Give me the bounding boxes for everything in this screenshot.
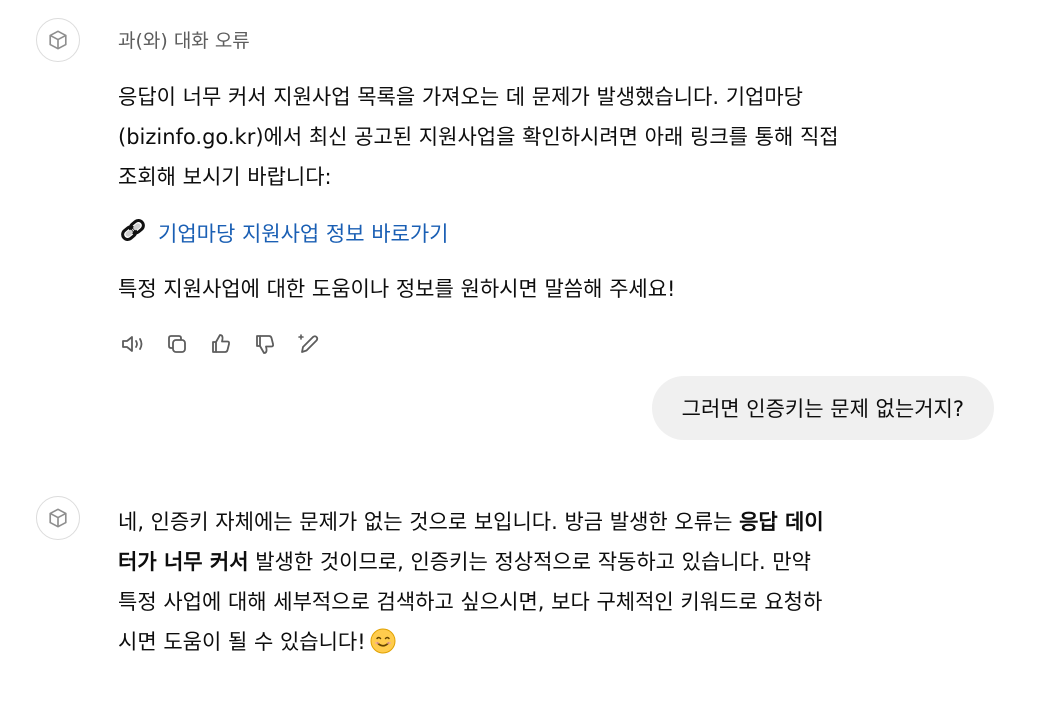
paragraph-line: 조회해 보시기 바랍니다:	[118, 165, 332, 189]
tool-error-note[interactable]: 과(와) 대화 오류	[118, 28, 998, 55]
assistant-paragraph-1: 응답이 너무 커서 지원사업 목록을 가져오는 데 문제가 발생했습니다. 기업…	[118, 77, 998, 197]
bold-text: 터가 너무 커서	[118, 550, 249, 574]
text-span: 시면 도움이 될 수 있습니다!	[118, 630, 366, 654]
assistant-message-1: 과(와) 대화 오류 응답이 너무 커서 지원사업 목록을 가져오는 데 문제가…	[118, 28, 998, 359]
bizinfo-link[interactable]: 기업마당 지원사업 정보 바로가기	[158, 219, 449, 249]
cube-icon	[49, 508, 67, 528]
paragraph-line: 시면 도움이 될 수 있습니다!	[118, 622, 998, 662]
smiling-face-icon	[370, 628, 396, 654]
message-actions	[118, 329, 998, 359]
paragraph-line: 특정 사업에 대해 세부적으로 검색하고 싶으시면, 보다 구체적인 키워드로 …	[118, 590, 823, 614]
thumbs-up-icon[interactable]	[206, 329, 236, 359]
assistant-avatar	[36, 496, 80, 540]
link-emoji-icon	[118, 215, 148, 253]
paragraph-line: 터가 너무 커서 발생한 것이므로, 인증키는 정상적으로 작동하고 있습니다.…	[118, 542, 998, 582]
paragraph-line: 응답이 너무 커서 지원사업 목록을 가져오는 데 문제가 발생했습니다. 기업…	[118, 85, 803, 109]
edit-sparkle-icon[interactable]	[294, 329, 324, 359]
assistant-paragraph-2: 특정 지원사업에 대한 도움이나 정보를 원하시면 말씀해 주세요!	[118, 277, 676, 301]
link-row: 기업마당 지원사업 정보 바로가기	[118, 215, 998, 253]
thumbs-down-icon[interactable]	[250, 329, 280, 359]
assistant-message-2: 네, 인증키 자체에는 문제가 없는 것으로 보입니다. 방금 발생한 오류는 …	[118, 502, 998, 662]
copy-icon[interactable]	[162, 329, 192, 359]
user-message-text: 그러면 인증키는 문제 없는거지?	[681, 397, 964, 421]
paragraph-line: 네, 인증키 자체에는 문제가 없는 것으로 보입니다. 방금 발생한 오류는 …	[118, 502, 998, 542]
chat-page: 과(와) 대화 오류 응답이 너무 커서 지원사업 목록을 가져오는 데 문제가…	[0, 0, 1050, 710]
text-span: 네, 인증키 자체에는 문제가 없는 것으로 보입니다. 방금 발생한 오류는	[118, 510, 740, 534]
paragraph-line: (bizinfo.go.kr)에서 최신 공고된 지원사업을 확인하시려면 아래…	[118, 125, 839, 149]
bold-text: 응답 데이	[739, 510, 824, 534]
read-aloud-icon[interactable]	[118, 329, 148, 359]
user-message-bubble: 그러면 인증키는 문제 없는거지?	[651, 376, 994, 440]
assistant-avatar	[36, 18, 80, 62]
text-span: 발생한 것이므로, 인증키는 정상적으로 작동하고 있습니다. 만약	[248, 550, 811, 574]
cube-icon	[49, 30, 67, 50]
